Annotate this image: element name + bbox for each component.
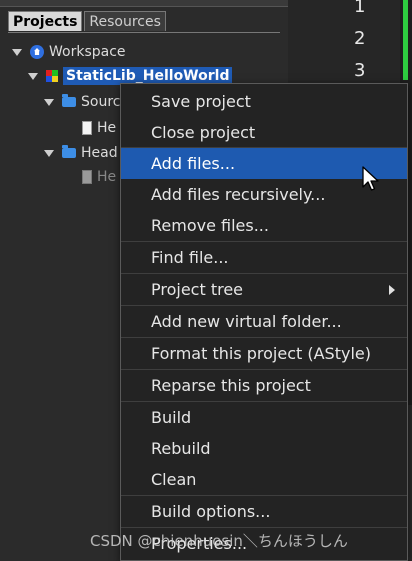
menu-item-rebuild[interactable]: Rebuild <box>121 433 407 464</box>
menu-item-save-project[interactable]: Save project <box>121 86 407 117</box>
submenu-arrow-icon <box>389 285 395 295</box>
menu-item-clean[interactable]: Clean <box>121 464 407 495</box>
file-icon <box>82 170 92 184</box>
watermark-text: CSDN @chienhuosin＼ちんほうしん <box>90 532 348 550</box>
expand-arrow-icon[interactable] <box>44 149 54 157</box>
workspace-label: Workspace <box>49 44 126 60</box>
headers-folder-label: Head <box>81 145 118 161</box>
menu-item-remove-files[interactable]: Remove files... <box>121 210 407 241</box>
mouse-pointer-icon <box>362 166 379 191</box>
change-marker-bar <box>403 0 408 80</box>
menu-item-build-options[interactable]: Build options... <box>121 496 407 527</box>
source-file-label: He <box>97 120 117 136</box>
menu-item-find-file[interactable]: Find file... <box>121 242 407 273</box>
expand-arrow-icon[interactable] <box>28 72 38 80</box>
menu-item-close-project[interactable]: Close project <box>121 117 407 148</box>
file-icon <box>82 121 92 135</box>
workspace-icon <box>30 45 44 59</box>
tree-row-headers-folder[interactable]: Head <box>44 142 118 164</box>
panel-tabs: Projects Resources <box>8 11 168 33</box>
tree-row-source-file[interactable]: He <box>82 117 116 139</box>
expand-arrow-icon[interactable] <box>44 98 54 106</box>
project-context-menu: Save project Close project Add files... … <box>120 83 408 561</box>
folder-icon <box>62 145 76 158</box>
project-icon <box>46 70 58 82</box>
tab-resources[interactable]: Resources <box>84 11 166 31</box>
tree-row-header-file[interactable]: He <box>82 166 116 188</box>
folder-icon <box>62 94 76 107</box>
sources-folder-label: Sourc <box>81 94 121 110</box>
tree-row-workspace[interactable]: Workspace <box>12 41 126 63</box>
menu-item-reparse-project[interactable]: Reparse this project <box>121 370 407 401</box>
tab-projects[interactable]: Projects <box>8 11 83 31</box>
project-tree-label: Project tree <box>151 280 244 299</box>
menu-item-add-virtual-folder[interactable]: Add new virtual folder... <box>121 306 407 337</box>
tab-divider <box>8 32 280 33</box>
menu-item-project-tree[interactable]: Project tree <box>121 274 407 305</box>
line-number-gutter <box>288 0 400 85</box>
header-file-label: He <box>97 169 117 185</box>
panel-title-strip <box>0 0 288 7</box>
menu-item-build[interactable]: Build <box>121 402 407 433</box>
menu-item-format-project[interactable]: Format this project (AStyle) <box>121 338 407 369</box>
line-number: 2 <box>354 28 366 49</box>
line-number: 1 <box>354 0 366 17</box>
expand-arrow-icon[interactable] <box>12 48 22 56</box>
line-number: 3 <box>354 60 366 81</box>
tree-row-sources-folder[interactable]: Sourc <box>44 91 120 113</box>
